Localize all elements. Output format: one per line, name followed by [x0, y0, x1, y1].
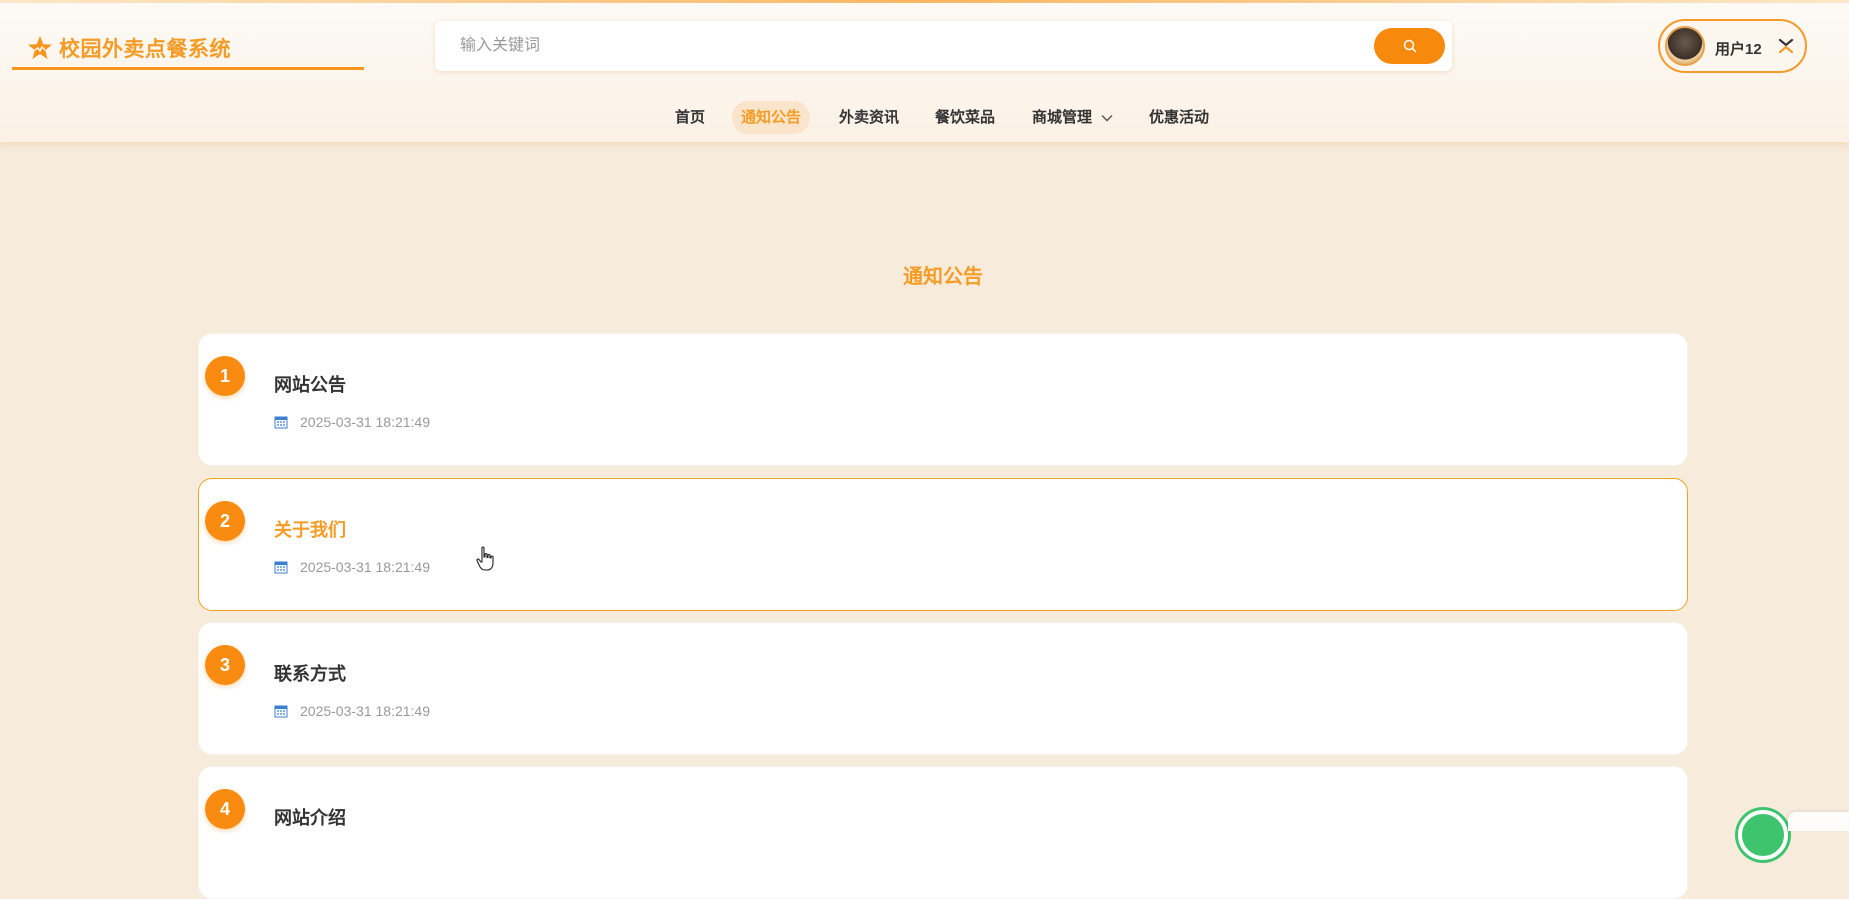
corner-widget — [1788, 812, 1849, 831]
notice-card[interactable]: 1 网站公告 2025-03-31 18:21:49 — [198, 333, 1688, 466]
notice-title[interactable]: 关于我们 — [274, 516, 346, 542]
main-nav: 首页 通知公告 外卖资讯 餐饮菜品 商城管理 优惠活动 — [0, 94, 1849, 142]
nav-item-label: 餐饮菜品 — [935, 109, 996, 126]
avatar[interactable] — [1665, 26, 1705, 66]
notice-index-badge: 2 — [205, 501, 245, 541]
nav-item-label: 商城管理 — [1032, 109, 1093, 126]
site-logo[interactable]: 校园外卖点餐系统 — [12, 28, 364, 70]
search-icon — [1403, 39, 1416, 53]
notice-date-text: 2025-03-31 18:21:49 — [300, 414, 430, 430]
chevron-down-icon — [1101, 115, 1113, 122]
top-header: 校园外卖点餐系统 用户12 首页 通知公告 外卖资讯 餐饮菜品 — [0, 0, 1849, 142]
nav-item-label: 外卖资讯 — [839, 109, 900, 126]
page-title: 通知公告 — [903, 266, 983, 288]
nav-item-home[interactable]: 首页 — [666, 101, 714, 134]
search-button[interactable] — [1374, 28, 1445, 64]
nav-item-dishes[interactable]: 餐饮菜品 — [926, 101, 1004, 134]
logo-text: 校园外卖点餐系统 — [59, 37, 231, 61]
nav-item-label: 首页 — [675, 109, 706, 126]
hand-cursor-icon — [476, 546, 494, 571]
calendar-icon — [274, 561, 288, 574]
search-bar — [435, 21, 1452, 71]
notice-card[interactable]: 4 网站介绍 — [198, 766, 1688, 899]
calendar-icon — [274, 416, 288, 429]
notice-date: 2025-03-31 18:21:49 — [274, 559, 430, 575]
collapse-icon[interactable] — [1775, 35, 1797, 57]
user-name: 用户12 — [1715, 41, 1762, 58]
notice-date: 2025-03-31 18:21:49 — [274, 414, 430, 430]
notice-title[interactable]: 网站介绍 — [274, 804, 346, 830]
top-accent-line — [0, 0, 1849, 3]
notice-title[interactable]: 网站公告 — [274, 371, 346, 397]
notice-title[interactable]: 联系方式 — [274, 660, 346, 686]
notice-date-text: 2025-03-31 18:21:49 — [300, 703, 430, 719]
search-input[interactable] — [435, 21, 1365, 71]
user-menu[interactable]: 用户12 — [1658, 19, 1807, 73]
notice-card[interactable]: 2 关于我们 2025-03-31 18:21:49 — [198, 478, 1688, 611]
nav-item-promotions[interactable]: 优惠活动 — [1140, 101, 1218, 134]
calendar-icon — [274, 705, 288, 718]
notice-date-text: 2025-03-31 18:21:49 — [300, 559, 430, 575]
nav-item-shop-management[interactable]: 商城管理 — [1023, 101, 1122, 134]
nav-item-notices[interactable]: 通知公告 — [732, 101, 811, 134]
nav-item-news[interactable]: 外卖资讯 — [830, 101, 908, 134]
nav-item-label: 优惠活动 — [1149, 109, 1210, 126]
floating-chat-button[interactable] — [1738, 810, 1788, 860]
star-icon — [28, 35, 52, 59]
notice-index-badge: 1 — [205, 356, 245, 396]
notice-card[interactable]: 3 联系方式 2025-03-31 18:21:49 — [198, 622, 1688, 755]
nav-item-label: 通知公告 — [741, 109, 802, 126]
notice-index-badge: 4 — [205, 789, 245, 829]
notice-date: 2025-03-31 18:21:49 — [274, 703, 430, 719]
notice-index-badge: 3 — [205, 645, 245, 685]
